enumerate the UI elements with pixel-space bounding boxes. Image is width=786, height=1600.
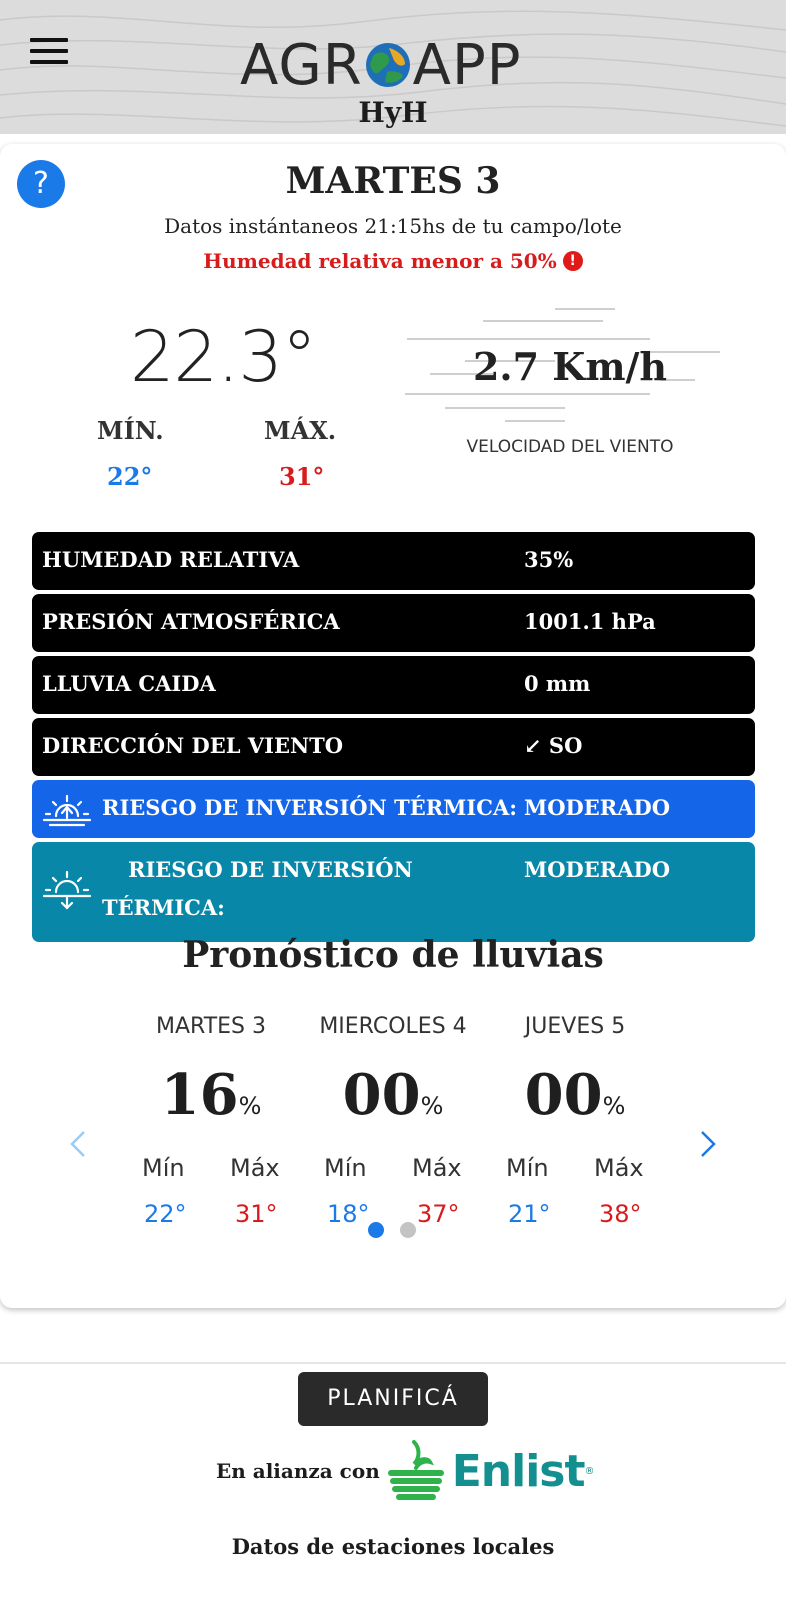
humidity-alert-text: Humedad relativa menor a 50%: [203, 249, 557, 273]
registered-mark: ®: [584, 1465, 595, 1477]
forecast-rain-percent: 16%: [121, 1062, 301, 1128]
percent-symbol: %: [238, 1092, 262, 1120]
pagination-dot-active[interactable]: [368, 1222, 384, 1238]
percent-symbol: %: [602, 1092, 626, 1120]
row-label: HUMEDAD RELATIVA: [42, 547, 300, 572]
sunset-icon: [42, 870, 92, 910]
row-value: 0 mm: [524, 671, 591, 696]
sunrise-icon: [42, 794, 92, 827]
agroapp-logo: AGR APP: [240, 32, 522, 98]
forecast-rain-value: 00: [524, 1062, 603, 1128]
humidity-row: HUMEDAD RELATIVA 35%: [32, 532, 755, 590]
forecast-day-name: MARTES 3: [155, 1014, 266, 1039]
row-label: LLUVIA CAIDA: [42, 671, 216, 696]
divider: [0, 1362, 786, 1364]
inversion-risk-row-sunrise: RIESGO DE INVERSIÓN TÉRMICA: MODERADO: [32, 780, 755, 838]
row-label-line2: TÉRMICA:: [102, 895, 225, 920]
row-value: MODERADO: [524, 795, 671, 820]
weather-card: ? MARTES 3 Datos instántaneos 21:15hs de…: [0, 144, 786, 1308]
app-header: AGR APP HyH: [0, 0, 786, 134]
min-label: MÍN.: [97, 416, 164, 445]
forecast-max-label: Máx: [230, 1154, 280, 1182]
row-label: PRESIÓN ATMOSFÉRICA: [42, 609, 340, 634]
forecast-max-temp: 31°: [235, 1200, 278, 1228]
chevron-left-icon[interactable]: [64, 1124, 94, 1164]
wind-direction-row: DIRECCIÓN DEL VIENTO ↙ SO: [32, 718, 755, 776]
forecast-rain-percent: 00%: [485, 1062, 665, 1128]
forecast-min-label: Mín: [142, 1154, 185, 1182]
enlist-thumbs-up-icon: [387, 1440, 444, 1500]
inversion-risk-row-sunset: RIESGO DE INVERSIÓN TÉRMICA: MODERADO: [32, 842, 755, 942]
forecast-min-label: Mín: [506, 1154, 549, 1182]
forecast-title: Pronóstico de lluvias: [182, 934, 604, 976]
row-label: RIESGO DE INVERSIÓN TÉRMICA:: [102, 795, 517, 820]
row-value: ↙ SO: [524, 733, 583, 758]
globe-icon: [365, 43, 410, 87]
max-label: MÁX.: [264, 416, 337, 445]
forecast-max-temp: 37°: [417, 1200, 460, 1228]
forecast-rain-value: 00: [342, 1062, 421, 1128]
day-title: MARTES 3: [285, 160, 501, 202]
max-temperature: 31°: [279, 462, 325, 491]
brand-subtitle: HyH: [358, 96, 428, 129]
forecast-max-label: Máx: [594, 1154, 644, 1182]
instant-data-info: Datos instántaneos 21:15hs de tu campo/l…: [164, 214, 622, 238]
local-stations-text: Datos de estaciones locales: [231, 1534, 555, 1559]
humidity-alert: Humedad relativa menor a 50%!: [0, 249, 786, 273]
wind-speed: 2.7 Km/h: [472, 344, 668, 389]
pagination-dot[interactable]: [400, 1222, 416, 1238]
row-value: MODERADO: [524, 857, 671, 882]
chevron-right-icon[interactable]: [692, 1124, 722, 1164]
hamburger-menu-icon[interactable]: [30, 38, 68, 64]
forecast-min-label: Mín: [324, 1154, 367, 1182]
enlist-logo-text: Enlist: [451, 1445, 586, 1497]
forecast-day-name: JUEVES 5: [524, 1014, 626, 1039]
row-value: 1001.1 hPa: [524, 609, 656, 634]
forecast-max-temp: 38°: [599, 1200, 642, 1228]
row-label-line1: RIESGO DE INVERSIÓN: [128, 857, 413, 882]
forecast-day-name: MIERCOLES 4: [319, 1014, 467, 1039]
row-label: DIRECCIÓN DEL VIENTO: [42, 733, 344, 758]
min-temperature: 22°: [107, 462, 153, 491]
current-temperature: 22.3°: [130, 316, 317, 398]
wind-speed-label: VELOCIDAD DEL VIENTO: [466, 437, 674, 457]
alert-icon: !: [562, 251, 583, 271]
plan-button[interactable]: PLANIFICÁ: [298, 1372, 488, 1426]
percent-symbol: %: [420, 1092, 444, 1120]
forecast-min-temp: 22°: [144, 1200, 187, 1228]
forecast-min-temp: 21°: [508, 1200, 551, 1228]
row-value: 35%: [524, 547, 574, 572]
forecast-min-temp: 18°: [327, 1200, 370, 1228]
forecast-rain-percent: 00%: [303, 1062, 483, 1128]
rainfall-row: LLUVIA CAIDA 0 mm: [32, 656, 755, 714]
carousel-pagination: [368, 1222, 418, 1242]
alliance-text: En alianza con: [216, 1459, 380, 1483]
pressure-row: PRESIÓN ATMOSFÉRICA 1001.1 hPa: [32, 594, 755, 652]
forecast-rain-value: 16: [160, 1062, 239, 1128]
alliance-banner: En alianza con Enlist ®: [216, 1436, 595, 1506]
forecast-max-label: Máx: [412, 1154, 462, 1182]
